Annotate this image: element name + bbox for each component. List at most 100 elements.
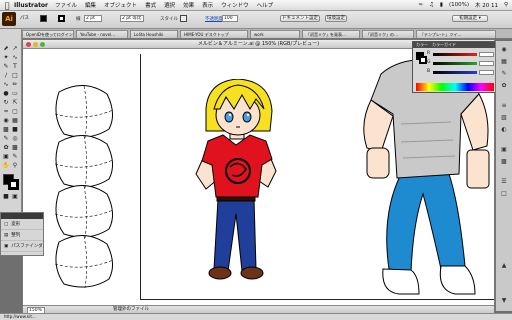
menu-help[interactable]: ヘルプ [257,1,274,9]
browser-tab[interactable]: 「テンプレ-ト」ツイ… [416,30,496,38]
scroll-up-icon[interactable]: ▲ [499,261,509,270]
tab-color[interactable]: カラー [416,42,428,48]
apple-menu-icon[interactable]:  [0,1,14,10]
preferences-button[interactable]: 環境設定 [325,15,347,22]
stroke-swatch[interactable] [58,15,65,22]
transparency-icon[interactable]: ◐ [499,125,509,134]
perspective-grid-icon[interactable]: ▦ [11,117,19,125]
scale-tool-icon[interactable]: ⇱ [11,99,19,107]
slice-tool-icon[interactable]: ✎ [11,153,19,161]
wifi-icon[interactable]: ≈ [418,2,423,8]
stroke-color-box[interactable] [8,179,19,190]
layers-icon[interactable]: ☰ [499,177,509,186]
menu-window[interactable]: ウィンドウ [221,1,249,9]
artboards-icon[interactable]: □ [499,189,509,198]
stroke-profile-field[interactable]: 2 pt 等比 [120,15,144,22]
slider-b[interactable] [433,71,477,74]
blend-tool-icon[interactable]: ◎ [11,135,19,143]
value-b[interactable] [479,70,494,75]
color-mode-icon[interactable]: ■ [2,193,10,201]
value-r[interactable] [479,52,494,57]
free-transform-icon[interactable]: ▢ [11,108,19,116]
browser-tab[interactable]: YouTube - novel… [76,30,128,38]
tools-panel: ⬈ ↗ ✦ ∿ ✎ T ∕ □ ∿ ✏ ● ▭ ↻ ⇱ ≈ ▢ ◉ ▦ ▩ ■ … [0,29,22,213]
browser-tab[interactable]: HIME-YOU デスクトップ [180,30,248,38]
eyedropper-icon[interactable]: ✎ [2,135,10,143]
graph-tool-icon[interactable]: ▩ [11,144,19,152]
zoom-tool-icon[interactable]: ⚲ [11,162,19,170]
screen-mode-icon[interactable]: ▣ [11,193,19,201]
rectangle-tool-icon[interactable]: □ [11,72,19,80]
url-text[interactable]: http://www.kit... [0,314,36,319]
hand-tool-icon[interactable]: ✋ [2,162,10,170]
menu-type[interactable]: 書式 [145,1,156,9]
browser-tab[interactable]: work [250,30,300,38]
clock[interactable]: 木 20 11 [475,1,498,9]
head-sketches[interactable] [49,84,119,299]
browser-tab[interactable]: 「初音ミク」の… [362,30,414,38]
battery-icon[interactable]: ▮ [440,2,443,8]
blob-brush-icon[interactable]: ● [2,90,10,98]
browser-tab[interactable]: 「初音ミク」を発表… [302,30,360,38]
appearance-icon[interactable]: ▣ [499,145,509,154]
symbol-sprayer-icon[interactable]: ✿ [2,144,10,152]
rotate-tool-icon[interactable]: ↻ [2,99,10,107]
menu-edit[interactable]: 編集 [85,1,96,9]
selection-tool-icon[interactable]: ⬈ [2,45,10,53]
graphic-styles-icon[interactable]: ▩ [499,157,509,166]
menu-file[interactable]: ファイル [55,1,77,9]
stroke-panel-icon[interactable]: ≡ [499,101,509,110]
color-panel-icon[interactable]: ◉ [499,45,509,54]
gradient-panel-icon[interactable]: ▧ [499,113,509,122]
panel-item-transform[interactable]: □ 変形 [1,219,43,230]
document-setup-button[interactable]: ドキュメント設定 [280,15,320,22]
browser-tab[interactable]: OpenIDを使ってログイン… [22,30,74,38]
browser-tab[interactable]: Lolita Houshiki [130,30,178,38]
gradient-tool-icon[interactable]: ■ [11,126,19,134]
stroke-label: 線 [76,17,81,22]
panel-item-pathfinder[interactable]: ▣ パスファインダ [1,241,43,252]
opacity-label[interactable]: 不透明度 [205,16,223,22]
line-tool-icon[interactable]: ∕ [2,72,10,80]
mesh-tool-icon[interactable]: ▩ [2,126,10,134]
fill-swatch[interactable] [40,15,47,22]
opacity-field[interactable]: 100 [222,15,238,22]
pencil-icon[interactable]: ✏ [11,81,19,89]
spotlight-icon[interactable]: ⚲ [504,2,508,8]
close-icon[interactable] [26,42,31,47]
swatches-icon[interactable]: ▦ [499,57,509,66]
workspace-switcher[interactable]: 初期設定 ▾ [452,15,488,22]
color-spectrum[interactable] [416,83,494,91]
volume-icon[interactable]: ♫ [429,2,434,8]
character-girl-illustration[interactable] [178,79,298,287]
zoom-icon[interactable] [40,42,45,47]
app-menu-illustrator[interactable]: Illustrator [14,2,48,9]
type-tool-icon[interactable]: T [11,63,19,71]
mac-menubar:  Illustrator ファイル 編集 オブジェクト 書式 選択 効果 表示… [0,0,512,11]
lasso-icon[interactable]: ∿ [11,54,19,62]
pen-tool-icon[interactable]: ✎ [2,63,10,71]
brushes-icon[interactable]: ✎ [499,69,509,78]
value-g[interactable] [479,61,494,66]
stroke-preview[interactable] [419,56,427,64]
warp-tool-icon[interactable]: ≈ [2,108,10,116]
direct-selection-tool-icon[interactable]: ↗ [11,45,19,53]
slider-r[interactable] [433,53,477,56]
magic-wand-icon[interactable]: ✦ [2,54,10,62]
symbols-icon[interactable]: ✿ [499,81,509,90]
style-swatch[interactable] [180,15,187,22]
shape-builder-icon[interactable]: ◉ [2,117,10,125]
menu-select[interactable]: 選択 [164,1,175,9]
tab-color-guide[interactable]: カラーガイド [432,42,456,48]
menu-view[interactable]: 表示 [202,1,213,9]
menu-effect[interactable]: 効果 [183,1,194,9]
eraser-icon[interactable]: ▭ [11,90,19,98]
stroke-weight-field[interactable]: 2 pt [84,15,102,22]
scroll-down-icon[interactable]: ▼ [499,296,509,305]
artboard-tool-icon[interactable]: ▣ [2,153,10,161]
panel-item-align[interactable]: ▤ 整列 [1,230,43,241]
paintbrush-icon[interactable]: ∿ [2,81,10,89]
menu-object[interactable]: オブジェクト [104,1,137,9]
minimize-icon[interactable] [33,42,38,47]
slider-g[interactable] [433,62,477,65]
